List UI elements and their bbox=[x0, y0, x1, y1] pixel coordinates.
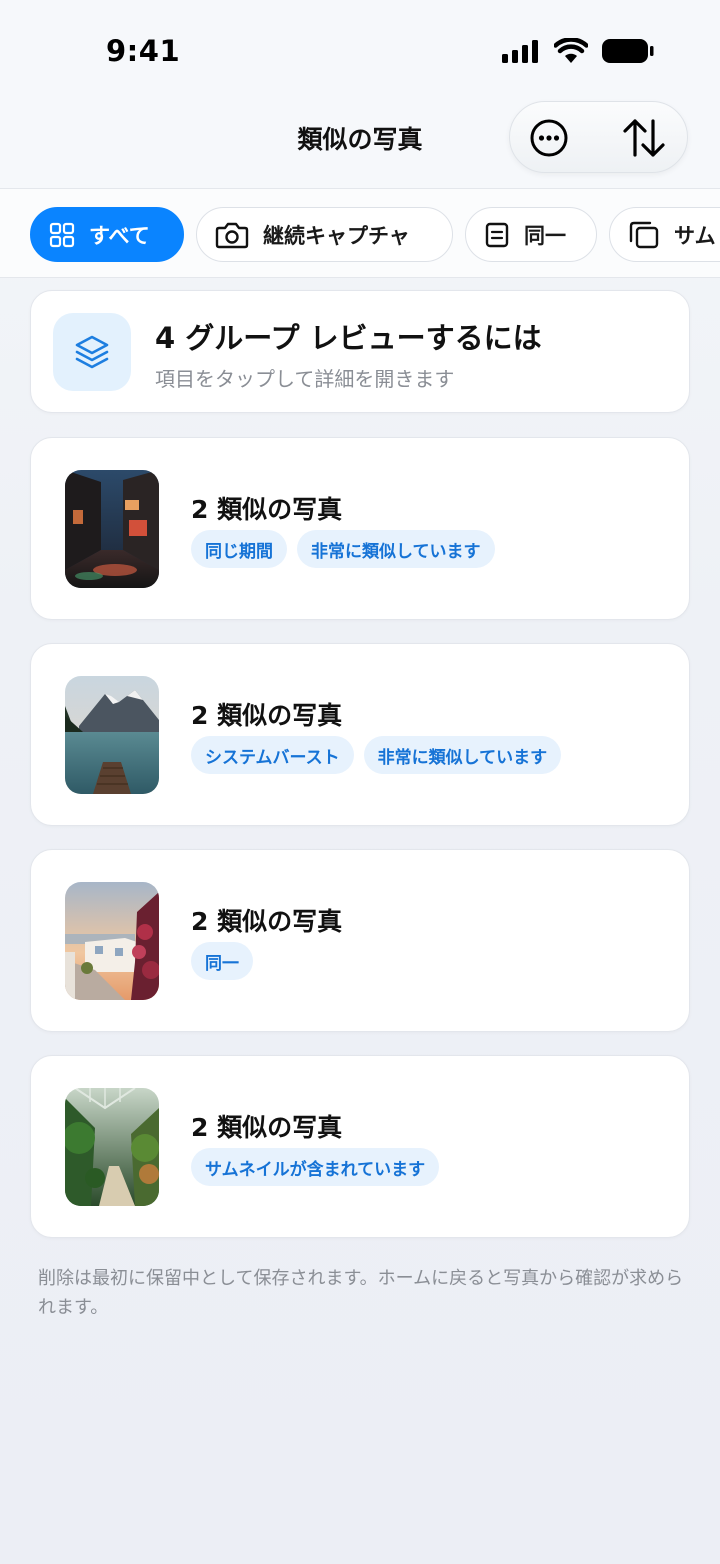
group-title: 2 類似の写真 bbox=[191, 907, 343, 936]
camera-icon bbox=[215, 222, 249, 248]
layers-icon bbox=[75, 335, 109, 369]
filter-chip-label: 継続キャプチャ bbox=[263, 223, 410, 248]
group-tags: サムネイルが含まれています bbox=[191, 1148, 440, 1186]
similar-group-card[interactable]: 2 類似の写真 サムネイルが含まれています bbox=[30, 1055, 690, 1238]
group-tags: 同一 bbox=[191, 942, 253, 980]
footer-note: 削除は最初に保留中として保存されます。ホームに戻ると写真から確認が求められます。 bbox=[38, 1268, 684, 1318]
tag-badge: 非常に類似しています bbox=[363, 736, 562, 774]
group-title: 2 類似の写真 bbox=[191, 1113, 343, 1142]
grid-icon bbox=[49, 222, 75, 247]
filter-chip-thumbnail[interactable]: サム bbox=[609, 207, 720, 262]
filter-chip-label: すべて bbox=[89, 223, 150, 248]
status-time: 9:41 bbox=[106, 34, 181, 68]
document-icon bbox=[485, 222, 509, 247]
review-hint-card: 4 グループ レビューするには 項目をタップして詳細を開きます bbox=[30, 290, 690, 413]
group-thumbnail bbox=[65, 470, 159, 588]
hint-title: 4 グループ レビューするには bbox=[155, 321, 542, 355]
filter-chip-label: 同一 bbox=[524, 223, 566, 248]
filter-chip-label: サム bbox=[674, 223, 716, 248]
tag-badge: 非常に類似しています bbox=[297, 530, 495, 568]
battery-icon bbox=[602, 39, 654, 63]
sort-arrows-icon bbox=[623, 119, 665, 157]
status-icons bbox=[502, 38, 654, 64]
filter-chip-all[interactable]: すべて bbox=[30, 207, 184, 262]
wifi-icon bbox=[554, 38, 588, 63]
group-thumbnail bbox=[65, 676, 159, 794]
tag-badge: 同じ期間 bbox=[191, 530, 287, 568]
tag-badge: システムバースト bbox=[191, 736, 354, 774]
filter-bar: すべて 継続キャプチャ 同一 サム bbox=[0, 188, 720, 278]
ellipsis-circle-icon bbox=[530, 119, 568, 157]
copy-icon bbox=[629, 221, 659, 248]
group-thumbnail bbox=[65, 1088, 159, 1206]
similar-group-card[interactable]: 2 類似の写真 システムバースト 非常に類似しています bbox=[30, 643, 690, 826]
group-tags: 同じ期間 非常に類似しています bbox=[191, 530, 495, 568]
group-tags: システムバースト 非常に類似しています bbox=[191, 736, 562, 774]
similar-group-card[interactable]: 2 類似の写真 同じ期間 非常に類似しています bbox=[30, 437, 690, 620]
hint-icon-container bbox=[53, 313, 131, 391]
group-thumbnail bbox=[65, 882, 159, 1000]
tag-badge: サムネイルが含まれています bbox=[191, 1148, 440, 1186]
hint-subtitle: 項目をタップして詳細を開きます bbox=[155, 367, 455, 391]
navigation-bar: 類似の写真 bbox=[0, 100, 720, 188]
group-title: 2 類似の写真 bbox=[191, 701, 343, 730]
tag-badge: 同一 bbox=[191, 942, 253, 980]
filter-chip-identical[interactable]: 同一 bbox=[465, 207, 597, 262]
nav-actions-group bbox=[509, 101, 688, 173]
cellular-signal-icon bbox=[502, 40, 538, 63]
sort-button[interactable] bbox=[620, 114, 668, 162]
more-options-button[interactable] bbox=[525, 114, 573, 162]
group-title: 2 類似の写真 bbox=[191, 495, 343, 524]
status-bar: 9:41 bbox=[0, 0, 720, 100]
similar-group-card[interactable]: 2 類似の写真 同一 bbox=[30, 849, 690, 1032]
filter-chip-burst[interactable]: 継続キャプチャ bbox=[196, 207, 453, 262]
